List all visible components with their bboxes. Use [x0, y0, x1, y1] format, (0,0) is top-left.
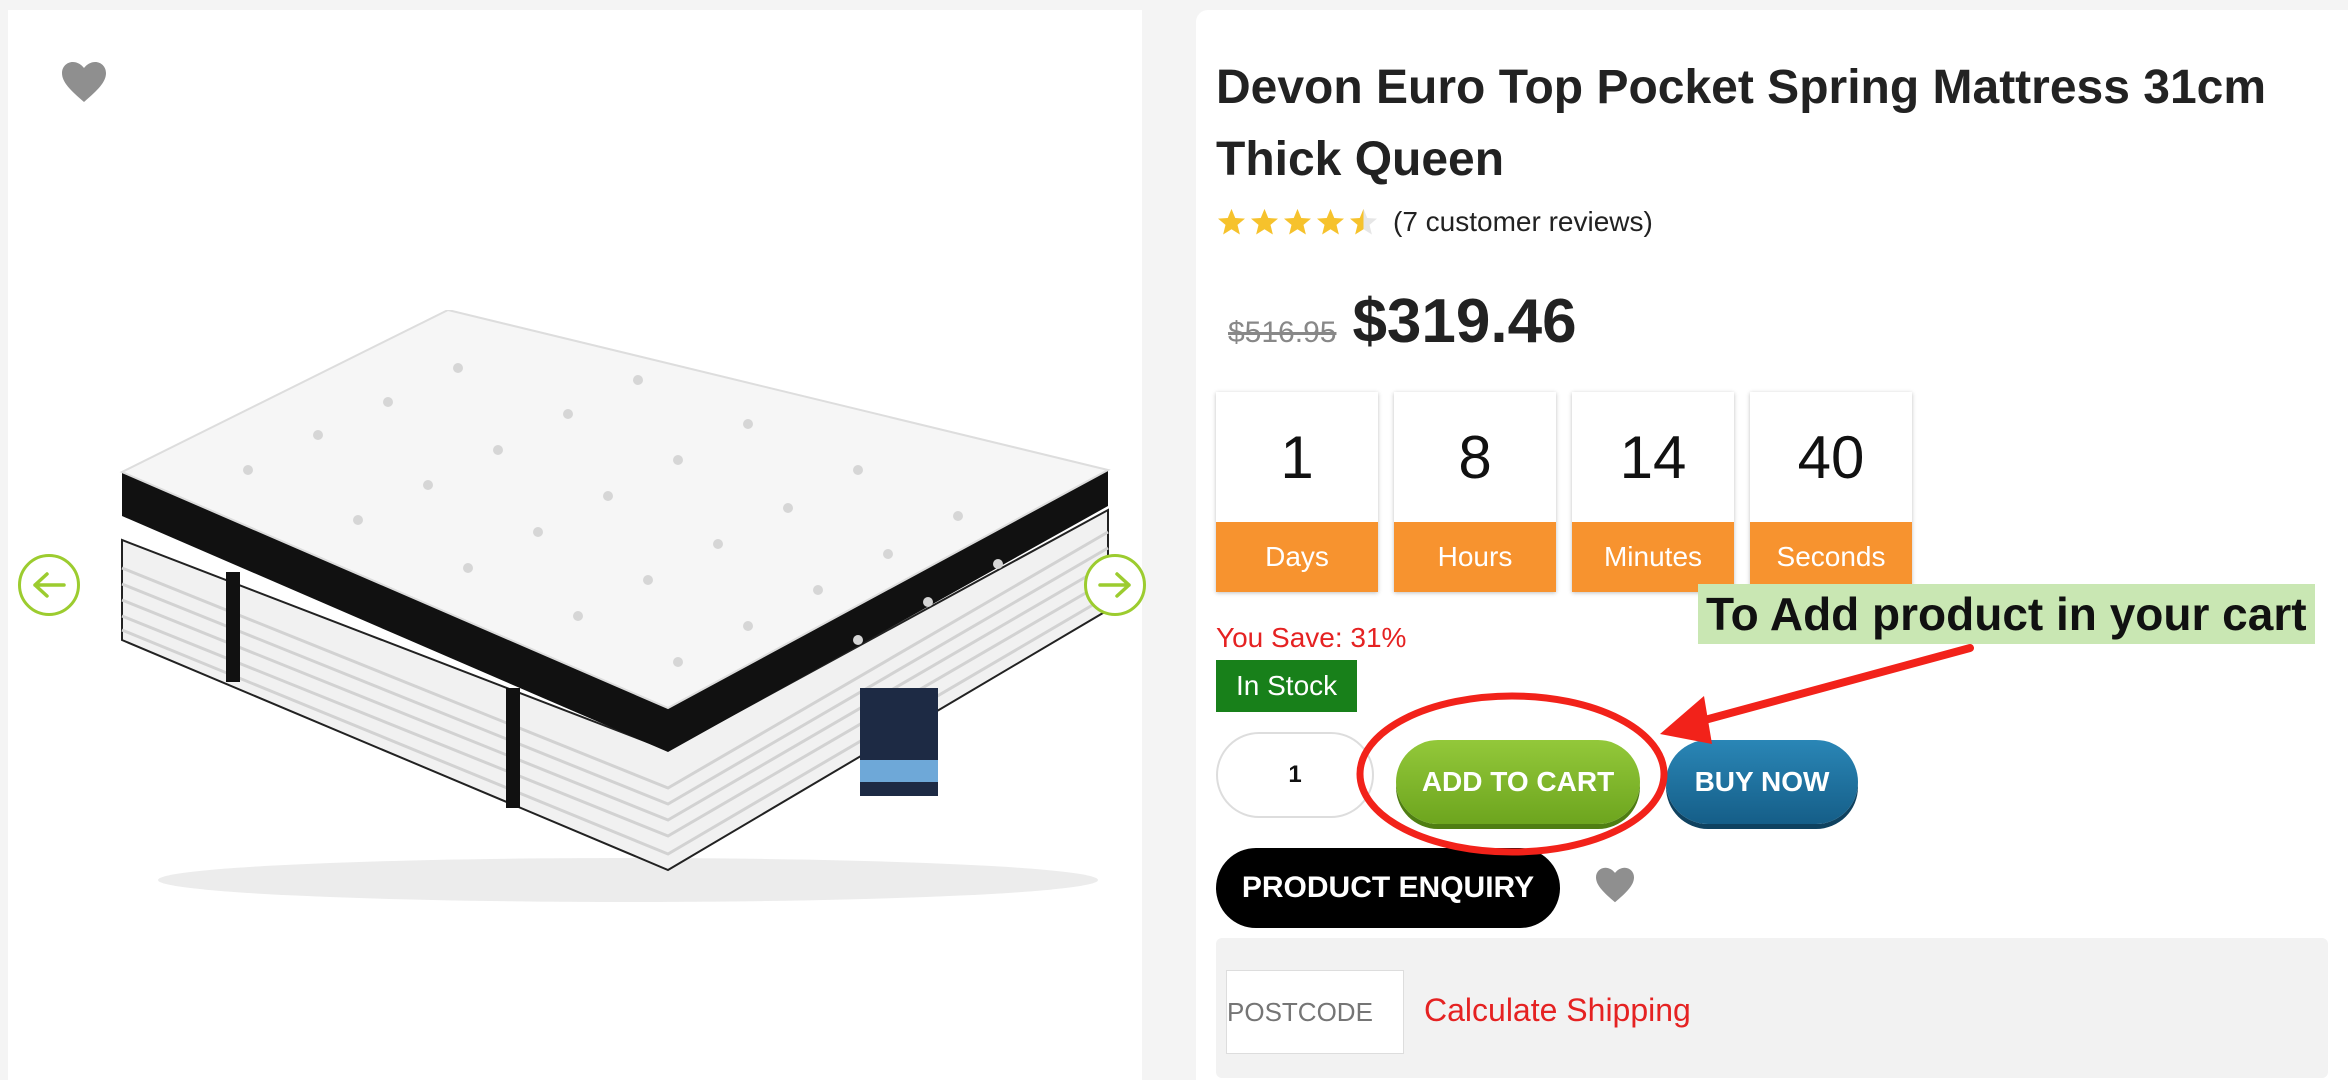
savings-text: You Save: 31% [1216, 622, 1407, 653]
stock-badge: In Stock [1216, 660, 1358, 712]
countdown-label: Seconds [1750, 522, 1912, 592]
arrow-left-icon [33, 572, 66, 598]
product-info-panel: Devon Euro Top Pocket Spring Mattress 31… [1196, 10, 2348, 1080]
prev-image-button[interactable] [18, 554, 80, 616]
rating-stars [1216, 207, 1379, 237]
quantity-input[interactable] [1216, 732, 1374, 818]
star-icon [1251, 208, 1278, 235]
reviews-count-link[interactable]: (7 customer reviews) [1393, 206, 1653, 238]
star-icon [1284, 208, 1311, 235]
postcode-input[interactable] [1226, 970, 1404, 1054]
countdown-hours: 8 Hours [1394, 392, 1556, 592]
countdown-value: 1 [1280, 423, 1314, 491]
annotation-label: To Add product in your cart [1698, 584, 2315, 644]
countdown-value: 8 [1458, 423, 1492, 491]
star-icon [1218, 208, 1245, 235]
countdown-value: 40 [1797, 423, 1865, 491]
product-rating[interactable]: (7 customer reviews) [1216, 206, 1653, 238]
product-gallery [8, 10, 1146, 1080]
star-half-icon [1350, 208, 1377, 235]
next-image-button[interactable] [1084, 554, 1146, 616]
sale-price: $319.46 [1352, 287, 1577, 356]
countdown-days: 1 Days [1216, 392, 1378, 592]
star-icon [1317, 208, 1344, 235]
countdown-label: Days [1216, 522, 1378, 592]
countdown-minutes: 14 Minutes [1572, 392, 1734, 592]
shipping-calculator: Calculate Shipping [1216, 938, 2328, 1078]
add-to-cart-button[interactable]: ADD TO CART [1396, 740, 1640, 824]
product-image-mattress [119, 310, 1111, 902]
countdown-label: Minutes [1572, 522, 1734, 592]
product-title: Devon Euro Top Pocket Spring Mattress 31… [1216, 61, 2267, 186]
arrow-right-icon [1098, 572, 1131, 598]
buy-now-button[interactable]: BUY NOW [1666, 740, 1858, 824]
sale-countdown: 1 Days 8 Hours 14 Minutes 40 Seconds [1216, 392, 1912, 592]
product-enquiry-button[interactable]: PRODUCT ENQUIRY [1216, 848, 1560, 928]
price-row: $516.95 $319.46 [1228, 286, 1577, 357]
calculate-shipping-link[interactable]: Calculate Shipping [1424, 992, 1691, 1029]
old-price: $516.95 [1228, 316, 1337, 349]
countdown-label: Hours [1394, 522, 1556, 592]
heart-icon[interactable] [60, 60, 108, 104]
countdown-value: 14 [1619, 423, 1687, 491]
heart-icon[interactable] [1594, 866, 1636, 904]
countdown-seconds: 40 Seconds [1750, 392, 1912, 592]
